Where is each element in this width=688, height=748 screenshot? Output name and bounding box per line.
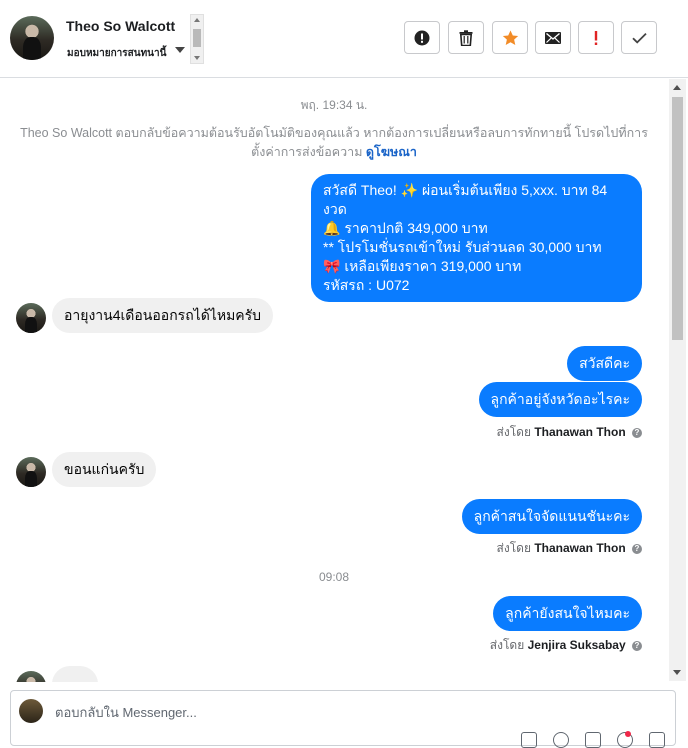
done-button[interactable] [621, 21, 657, 54]
sender-name: Thanawan Thon [534, 541, 626, 555]
help-icon[interactable]: ? [632, 640, 642, 651]
reply-input[interactable] [55, 705, 455, 720]
trash-icon [459, 29, 473, 46]
message-line: 🔔 ราคาปกติ 349,000 บาท [323, 220, 488, 236]
image-icon[interactable] [585, 732, 601, 748]
reply-box [10, 690, 676, 748]
help-icon[interactable]: ? [632, 427, 642, 438]
system-note: Theo So Walcott ตอบกลับข้อความต้อนรับอัต… [20, 126, 648, 159]
help-icon[interactable]: ? [632, 543, 642, 554]
timestamp: 09:08 [318, 570, 350, 584]
message-line: ** โปรโมชั่นรถเข้าใหม่ รับส่วนลด 30,000 … [323, 239, 602, 255]
message-bubble-outgoing[interactable]: สวัสดี Theo! ✨ ผ่อนเริ่มต้นเพียง 5,xxx. … [311, 174, 642, 302]
sent-by-label: ส่งโดย Thanawan Thon ? [497, 423, 642, 442]
scroll-up-arrow-icon[interactable] [673, 85, 681, 90]
contact-avatar[interactable] [16, 671, 46, 682]
contact-avatar[interactable] [16, 457, 46, 487]
saved-reply-icon[interactable] [649, 732, 665, 748]
assign-conversation-dropdown[interactable]: มอบหมายการสนทนานี้ [67, 46, 166, 61]
message-bubble-outgoing[interactable]: ลูกค้าอยู่จังหวัดอะไรคะ [478, 382, 642, 417]
star-button[interactable] [492, 21, 528, 54]
delete-button[interactable] [448, 21, 484, 54]
message-bubble-incoming[interactable]: ขอนแก่นครับ [52, 452, 157, 487]
message-line: รหัสรถ : U072 [323, 277, 410, 293]
attachment-icon[interactable] [521, 732, 537, 748]
sent-by-label: ส่งโดย Thanawan Thon ? [497, 539, 642, 558]
check-icon [631, 32, 647, 44]
page-avatar [19, 699, 43, 723]
thread-scrollbar[interactable] [669, 79, 686, 681]
contact-avatar[interactable] [16, 303, 46, 333]
message-bubble-incoming[interactable] [52, 666, 98, 682]
exclamation-icon [594, 30, 598, 45]
conversation-header: Theo So Walcott มอบหมายการสนทนานี้ [0, 0, 688, 78]
scroll-down-arrow-icon[interactable] [673, 670, 681, 675]
sent-by-label: ส่งโดย Jenjira Suksabay ? [490, 636, 642, 655]
important-button[interactable] [578, 21, 614, 54]
envelope-icon [545, 31, 561, 44]
message-bubble-incoming[interactable]: อายุงาน4เดือนออกรถได้ไหมครับ [52, 298, 274, 333]
message-line: 🎀 เหลือเพียงราคา 319,000 บาท [323, 258, 522, 274]
info-button[interactable] [404, 21, 440, 54]
alert-circle-icon [414, 30, 430, 45]
message-bubble-outgoing[interactable]: ลูกค้าสนใจจัดแนนชันะคะ [461, 499, 642, 534]
message-thread[interactable]: พฤ. 19:34 น. Theo So Walcott ตอบกลับข้อค… [0, 79, 668, 682]
message-bubble-outgoing[interactable]: สวัสดีคะ [567, 346, 642, 381]
sender-name: Thanawan Thon [534, 425, 626, 439]
scrollbar-thumb[interactable] [672, 97, 683, 340]
sender-name: Jenjira Suksabay [527, 638, 626, 652]
notification-dot [625, 731, 631, 737]
message-bubble-outgoing[interactable]: ลูกค้ายังสนใจไหมคะ [493, 596, 642, 631]
mark-unread-button[interactable] [535, 21, 571, 54]
view-ad-link[interactable]: ดูโฆษณา [366, 145, 417, 159]
message-line: สวัสดี Theo! ✨ ผ่อนเริ่มต้นเพียง 5,xxx. … [323, 182, 608, 217]
contact-name[interactable]: Theo So Walcott [66, 18, 175, 34]
emoji-icon[interactable] [553, 732, 569, 748]
star-icon [502, 30, 518, 45]
caret-down-icon[interactable] [175, 47, 185, 53]
contact-avatar[interactable] [10, 16, 54, 60]
header-mini-scrollbar[interactable] [190, 14, 204, 64]
timestamp: พฤ. 19:34 น. [300, 98, 368, 112]
reply-tools [521, 732, 665, 748]
